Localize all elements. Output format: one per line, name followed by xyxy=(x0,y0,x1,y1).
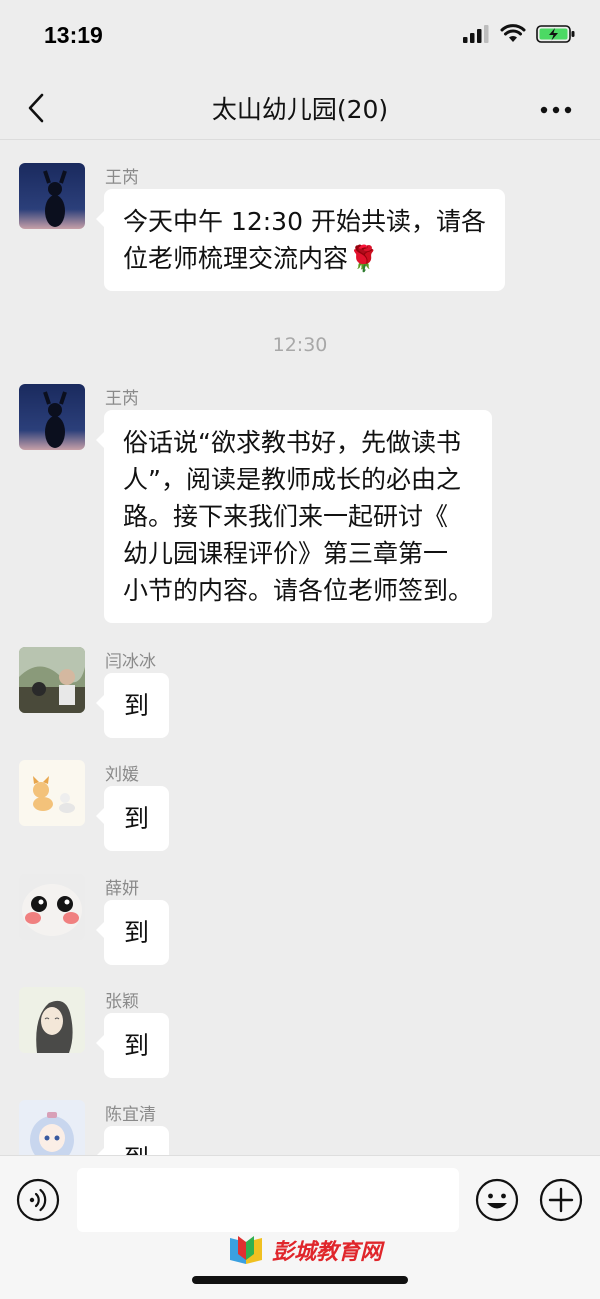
message-line: 人”，阅读是教师成长的必由之 xyxy=(123,465,461,494)
avatar-image xyxy=(19,760,85,826)
avatar[interactable] xyxy=(19,760,85,826)
avatar-image xyxy=(19,987,85,1053)
avatar[interactable] xyxy=(19,874,85,940)
avatar-image xyxy=(19,874,85,940)
more-button[interactable] xyxy=(540,100,572,119)
avatar-image xyxy=(19,1100,85,1155)
message-text: 到 xyxy=(124,1140,149,1155)
watermark-text: 彭城教育网 xyxy=(272,1240,383,1265)
message-line: 幼儿园课程评价》第三章第一 xyxy=(123,539,449,568)
avatar[interactable] xyxy=(19,163,85,229)
avatar-image xyxy=(19,163,85,229)
plus-button[interactable] xyxy=(539,1178,583,1226)
message-line: 俗话说“欲求教书好，先做读书 xyxy=(123,428,461,457)
sender-name: 王芮 xyxy=(105,168,139,188)
status-icons xyxy=(462,24,576,44)
message-bubble[interactable]: 到 xyxy=(95,673,170,738)
avatar-image xyxy=(19,384,85,450)
avatar[interactable] xyxy=(19,647,85,713)
message-bubble[interactable]: 到 xyxy=(95,786,170,851)
message-text: 到 xyxy=(124,1031,150,1060)
sender-name: 张颖 xyxy=(105,992,139,1012)
voice-icon xyxy=(16,1178,60,1222)
message-text: 到 xyxy=(124,804,150,833)
time-divider: 12:30 xyxy=(272,334,328,356)
message-line: 位老师梳理交流内容🌹 xyxy=(123,244,380,273)
status-bar: 13:19 xyxy=(0,0,600,74)
more-dots-icon xyxy=(540,106,572,114)
avatar[interactable] xyxy=(19,1100,85,1155)
avatar-image xyxy=(19,647,85,713)
home-indicator[interactable] xyxy=(192,1276,408,1284)
message-bubble[interactable]: 到 xyxy=(95,1126,170,1155)
message-line: 今天中午 12:30 开始共读，请各 xyxy=(123,207,486,236)
sender-name: 王芮 xyxy=(105,389,139,409)
chat-title: 太山幼儿园(20) xyxy=(211,95,389,124)
battery-charging-icon xyxy=(536,25,575,43)
message-bubble[interactable]: 到 xyxy=(95,1013,170,1078)
sender-name: 薛妍 xyxy=(105,879,139,899)
message-line: 路。接下来我们来一起研讨《 xyxy=(123,502,449,531)
message-input[interactable] xyxy=(77,1168,459,1232)
avatar[interactable] xyxy=(19,987,85,1053)
chat-header: 太山幼儿园(20) xyxy=(0,74,600,140)
message-bubble[interactable]: 俗话说“欲求教书好，先做读书 人”，阅读是教师成长的必由之 路。接下来我们来一起… xyxy=(95,410,493,623)
emoji-icon xyxy=(475,1178,519,1222)
sender-name: 闫冰冰 xyxy=(105,652,156,672)
message-text: 到 xyxy=(124,691,150,720)
voice-button[interactable] xyxy=(16,1178,60,1226)
book-logo-icon xyxy=(230,1236,262,1264)
status-time: 13:19 xyxy=(44,22,103,48)
sender-name: 陈宜清 xyxy=(105,1105,156,1125)
watermark: 彭城教育网 xyxy=(220,1232,389,1268)
plus-icon xyxy=(539,1178,583,1222)
chat-messages: 王芮 今天中午 12:30 开始共读，请各 位老师梳理交流内容🌹 12:30 王… xyxy=(0,141,600,1155)
emoji-button[interactable] xyxy=(475,1178,519,1226)
message-line: 小节的内容。请各位老师签到。 xyxy=(123,576,474,605)
message-text: 到 xyxy=(124,918,150,947)
avatar[interactable] xyxy=(19,384,85,450)
wifi-icon xyxy=(500,24,526,42)
message-bubble[interactable]: 今天中午 12:30 开始共读，请各 位老师梳理交流内容🌹 xyxy=(96,189,505,291)
message-bubble[interactable]: 到 xyxy=(95,900,170,965)
sender-name: 刘媛 xyxy=(105,765,139,785)
signal-icon xyxy=(463,25,489,43)
